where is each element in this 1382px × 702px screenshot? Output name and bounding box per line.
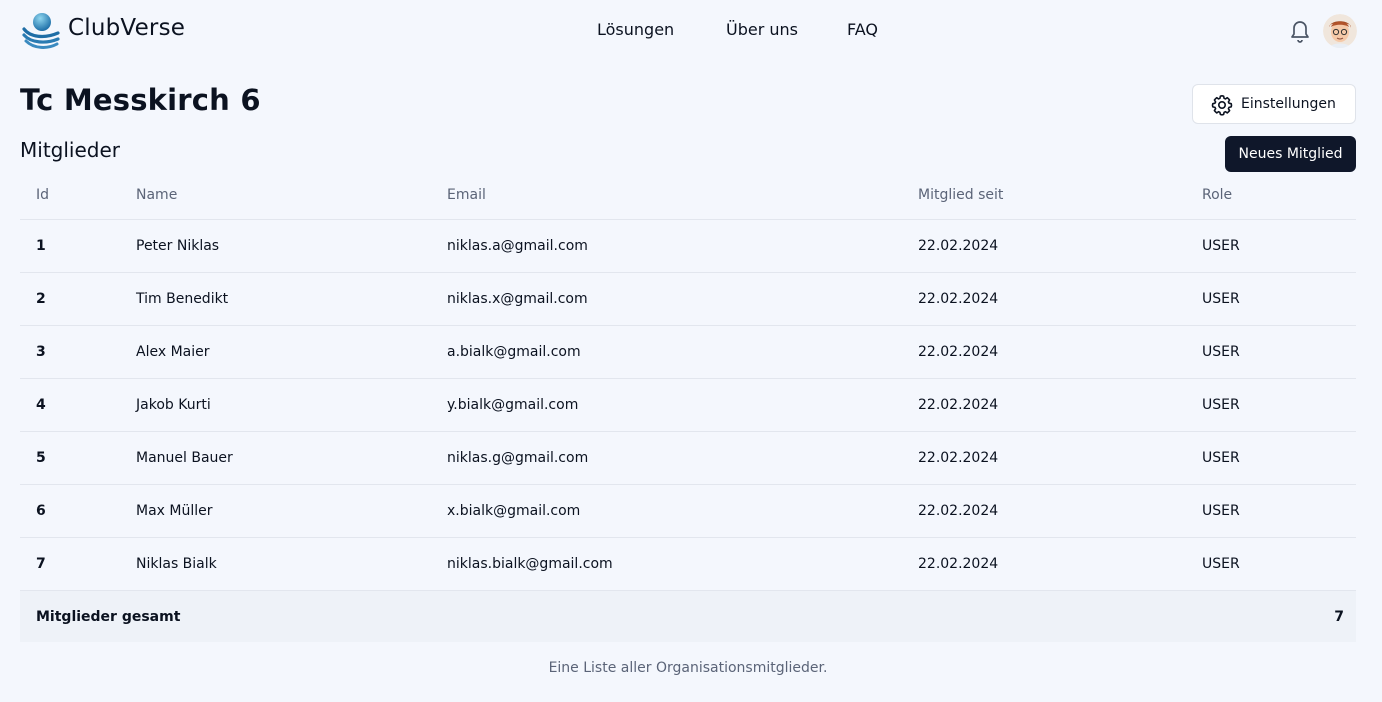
column-header-name[interactable]: Name <box>136 187 177 203</box>
cell-id: 5 <box>36 450 46 466</box>
column-header-role[interactable]: Role <box>1202 187 1232 203</box>
cell-email: x.bialk@gmail.com <box>447 503 581 519</box>
table-row[interactable]: 4 Jakob Kurti y.bialk@gmail.com 22.02.20… <box>20 379 1356 432</box>
table-row[interactable]: 2 Tim Benedikt niklas.x@gmail.com 22.02.… <box>20 273 1356 326</box>
nav-loesungen[interactable]: Lösungen <box>597 20 674 39</box>
total-members-count: 7 <box>1334 609 1344 625</box>
cell-member-since: 22.02.2024 <box>918 556 999 572</box>
cell-member-since: 22.02.2024 <box>918 291 999 307</box>
cell-id: 1 <box>36 238 46 254</box>
cell-id: 7 <box>36 556 46 572</box>
cell-email: niklas.bialk@gmail.com <box>447 556 613 572</box>
cell-id: 6 <box>36 503 46 519</box>
total-members-label: Mitglieder gesamt <box>36 609 181 625</box>
cell-name: Alex Maier <box>136 344 210 360</box>
table-row[interactable]: 7 Niklas Bialk niklas.bialk@gmail.com 22… <box>20 538 1356 591</box>
cell-role: USER <box>1202 503 1240 519</box>
cell-email: niklas.g@gmail.com <box>447 450 589 466</box>
cell-role: USER <box>1202 397 1240 413</box>
cell-id: 2 <box>36 291 46 307</box>
column-header-id[interactable]: Id <box>36 187 49 203</box>
avatar-icon <box>1323 14 1357 48</box>
cell-name: Manuel Bauer <box>136 450 233 466</box>
table-row[interactable]: 3 Alex Maier a.bialk@gmail.com 22.02.202… <box>20 326 1356 379</box>
column-header-member-since[interactable]: Mitglied seit <box>918 187 1003 203</box>
cell-name: Tim Benedikt <box>136 291 229 307</box>
page-title: Tc Messkirch 6 <box>20 83 261 117</box>
table-caption: Eine Liste aller Organisationsmitglieder… <box>548 660 828 676</box>
cell-email: y.bialk@gmail.com <box>447 397 579 413</box>
section-title: Mitglieder <box>20 138 120 162</box>
gear-icon <box>1211 95 1233 116</box>
table-row[interactable]: 5 Manuel Bauer niklas.g@gmail.com 22.02.… <box>20 432 1356 485</box>
cell-email: niklas.x@gmail.com <box>447 291 588 307</box>
cell-member-since: 22.02.2024 <box>918 450 999 466</box>
nav-ueber-uns[interactable]: Über uns <box>726 20 798 39</box>
cell-name: Jakob Kurti <box>136 397 211 413</box>
cell-role: USER <box>1202 291 1240 307</box>
cell-name: Niklas Bialk <box>136 556 217 572</box>
cell-member-since: 22.02.2024 <box>918 397 999 413</box>
table-row[interactable]: 6 Max Müller x.bialk@gmail.com 22.02.202… <box>20 485 1356 538</box>
cell-member-since: 22.02.2024 <box>918 238 999 254</box>
cell-email: a.bialk@gmail.com <box>447 344 581 360</box>
table-footer: Mitglieder gesamt 7 <box>20 590 1356 642</box>
cell-role: USER <box>1202 238 1240 254</box>
new-member-button[interactable]: Neues Mitglied <box>1225 136 1356 172</box>
cell-name: Peter Niklas <box>136 238 220 254</box>
nav-faq[interactable]: FAQ <box>847 20 878 39</box>
cell-id: 3 <box>36 344 46 360</box>
cell-role: USER <box>1202 344 1240 360</box>
settings-button[interactable]: Einstellungen <box>1192 84 1356 124</box>
cell-name: Max Müller <box>136 503 213 519</box>
brand-name[interactable]: ClubVerse <box>68 15 185 41</box>
cell-member-since: 22.02.2024 <box>918 344 999 360</box>
bell-icon[interactable] <box>1288 18 1312 44</box>
table-row[interactable]: 1 Peter Niklas niklas.a@gmail.com 22.02.… <box>20 220 1356 273</box>
cell-id: 4 <box>36 397 46 413</box>
cell-email: niklas.a@gmail.com <box>447 238 588 254</box>
user-avatar[interactable] <box>1323 14 1357 48</box>
cell-role: USER <box>1202 450 1240 466</box>
cell-role: USER <box>1202 556 1240 572</box>
clubverse-logo-icon[interactable] <box>22 11 60 51</box>
column-header-email[interactable]: Email <box>447 187 486 203</box>
table-header: Id Name Email Mitglied seit Role <box>20 168 1356 220</box>
members-table: Id Name Email Mitglied seit Role 1 Peter… <box>20 168 1356 591</box>
cell-member-since: 22.02.2024 <box>918 503 999 519</box>
settings-label: Einstellungen <box>1241 96 1336 112</box>
top-navigation: ClubVerse Lösungen Über uns FAQ <box>0 0 1382 62</box>
